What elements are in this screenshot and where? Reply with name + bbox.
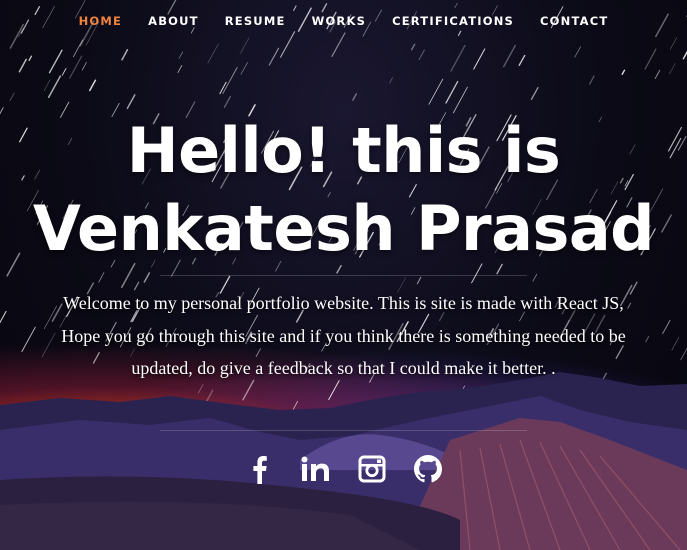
hero-description: Welcome to my personal portfolio website… — [61, 293, 626, 378]
github-icon[interactable] — [411, 452, 445, 486]
nav-certifications[interactable]: CERTIFICATIONS — [379, 12, 527, 32]
linkedin-icon[interactable] — [299, 452, 333, 486]
hero-title-line2: Venkatesh Prasad — [32, 192, 655, 265]
instagram-icon[interactable] — [355, 452, 389, 486]
facebook-icon[interactable] — [243, 452, 277, 486]
divider-top — [160, 275, 527, 276]
nav-works[interactable]: WORKS — [299, 12, 380, 32]
main-nav: HOME ABOUT RESUME WORKS CERTIFICATIONS C… — [0, 12, 687, 32]
nav-resume[interactable]: RESUME — [212, 12, 299, 32]
nav-contact[interactable]: CONTACT — [527, 12, 621, 32]
nav-about[interactable]: ABOUT — [135, 12, 212, 32]
divider-bottom — [160, 430, 527, 431]
nav-home[interactable]: HOME — [66, 12, 136, 32]
hero-title: Hello! this is Venkatesh Prasad — [0, 112, 687, 268]
hero-title-line1: Hello! this is — [126, 114, 561, 187]
social-links — [0, 452, 687, 488]
